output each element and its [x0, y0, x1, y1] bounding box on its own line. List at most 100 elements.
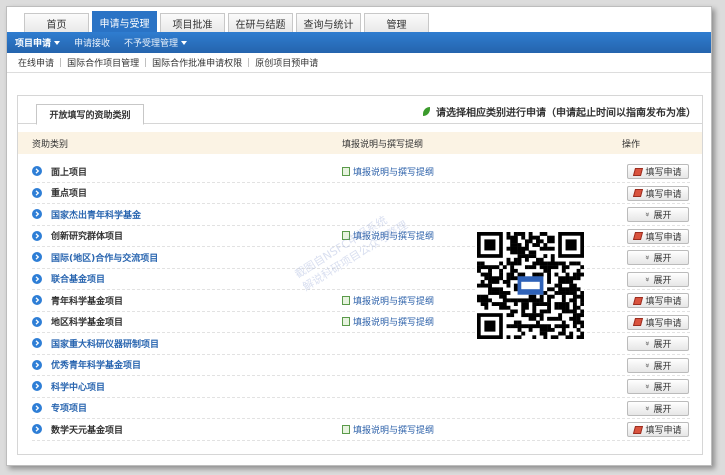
- menu-item[interactable]: 不予受理管理: [124, 36, 188, 49]
- expand-button[interactable]: » 展开: [627, 379, 689, 394]
- button-label: 展开: [653, 340, 672, 350]
- category-name[interactable]: 国际(地区)合作与交流项目: [51, 251, 158, 264]
- main-menu-bar: 项目申请 申请接收 不予受理管理: [7, 32, 711, 53]
- category-name[interactable]: 优秀青年科学基金项目: [51, 358, 141, 371]
- chevron-down-icon: »: [642, 212, 652, 217]
- panel-tab-open-categories[interactable]: 开放填写的资助类别: [36, 104, 144, 125]
- caret-down-icon: [181, 40, 188, 45]
- arrow-circle-icon: [32, 338, 42, 348]
- submenu-link[interactable]: 国际合作批准申请权限: [152, 56, 242, 69]
- submenu-link[interactable]: 在线申请: [18, 56, 54, 69]
- category-row: 优秀青年科学基金项目 » 展开: [32, 355, 690, 376]
- top-tab[interactable]: 管理: [364, 13, 429, 32]
- expand-button[interactable]: » 展开: [627, 357, 689, 373]
- arrow-circle-icon: [32, 230, 42, 241]
- guide-link[interactable]: 填报说明与撰写提纲: [342, 229, 434, 242]
- guide-link-label: 填报说明与撰写提纲: [353, 296, 435, 307]
- fill-application-button[interactable]: 填写申请: [627, 164, 689, 179]
- top-tab[interactable]: 查询与统计: [296, 13, 361, 32]
- top-tab[interactable]: 项目批准: [160, 13, 225, 32]
- menu-item-label: 项目申请: [15, 39, 52, 49]
- category-name: 地区科学基金项目: [51, 318, 124, 329]
- sub-menu-bar: 在线申请 | 国际合作项目管理 | 国际合作批准申请权限 | 原创项目预申请: [7, 53, 711, 73]
- arrow-circle-icon: [32, 402, 42, 413]
- qr-code: [477, 232, 584, 339]
- button-label: 填写申请: [645, 189, 682, 200]
- caret-down-icon: [54, 40, 61, 45]
- category-name: 创新研究群体项目: [51, 232, 124, 243]
- arrow-circle-icon: [32, 187, 42, 198]
- leaf-icon: [423, 107, 430, 116]
- category-name: 数学天元基金项目: [51, 425, 124, 436]
- fill-application-button[interactable]: 填写申请: [627, 228, 689, 244]
- category-row: 国家杰出青年科学基金 » 展开: [32, 204, 690, 226]
- edit-icon: [633, 296, 644, 305]
- button-label: 展开: [653, 404, 672, 415]
- fill-application-button[interactable]: 填写申请: [627, 293, 689, 308]
- category-row: 数学天元基金项目 填报说明与撰写提纲 填写申请: [32, 419, 690, 441]
- menu-item[interactable]: 申请接收: [74, 36, 110, 49]
- qr-pattern: [477, 232, 584, 339]
- submenu-link[interactable]: 原创项目预申请: [255, 56, 318, 69]
- button-label: 填写申请: [645, 318, 682, 329]
- category-name: 青年科学基金项目: [51, 296, 124, 307]
- guide-link[interactable]: 填报说明与撰写提纲: [342, 315, 434, 328]
- fill-application-button[interactable]: 填写申请: [627, 314, 689, 330]
- guide-link[interactable]: 填报说明与撰写提纲: [342, 423, 434, 436]
- category-name: 面上项目: [51, 167, 88, 178]
- arrow-circle-icon: [32, 359, 42, 370]
- guide-link-label: 填报说明与撰写提纲: [353, 425, 435, 436]
- edit-icon: [633, 189, 644, 197]
- guide-link[interactable]: 填报说明与撰写提纲: [342, 165, 434, 178]
- chevron-down-icon: »: [642, 276, 652, 282]
- category-name: 重点项目: [51, 189, 88, 200]
- category-row: 国家重大科研仪器研制项目 » 展开: [32, 333, 690, 355]
- fill-application-button[interactable]: 填写申请: [627, 422, 689, 437]
- category-name[interactable]: 专项项目: [51, 401, 87, 414]
- category-row: 专项项目 » 展开: [32, 398, 690, 419]
- notice-text: 请选择相应类别进行申请（申请起止时间以指南发布为准）: [423, 104, 696, 119]
- button-label: 填写申请: [645, 426, 682, 436]
- edit-icon: [633, 167, 644, 176]
- category-name[interactable]: 国家重大科研仪器研制项目: [51, 337, 159, 350]
- column-header-category: 资助类别: [32, 139, 69, 150]
- category-name[interactable]: 科学中心项目: [51, 380, 105, 393]
- button-label: 展开: [653, 254, 672, 264]
- expand-button[interactable]: » 展开: [627, 336, 689, 351]
- button-label: 填写申请: [645, 168, 682, 178]
- expand-button[interactable]: » 展开: [627, 400, 689, 416]
- document-icon: [342, 317, 350, 327]
- category-row: 青年科学基金项目 填报说明与撰写提纲 填写申请: [32, 290, 690, 312]
- top-tab[interactable]: 首页: [24, 13, 89, 32]
- notice-label: 请选择相应类别进行申请（申请起止时间以指南发布为准）: [436, 108, 696, 119]
- category-name[interactable]: 国家杰出青年科学基金: [51, 208, 141, 221]
- button-label: 展开: [653, 361, 672, 372]
- category-row: 国际(地区)合作与交流项目 » 展开: [32, 247, 690, 269]
- menu-item[interactable]: 项目申请: [15, 36, 61, 49]
- category-row: 联合基金项目 » 展开: [32, 269, 690, 290]
- guide-link[interactable]: 填报说明与撰写提纲: [342, 294, 434, 307]
- guide-link-label: 填报说明与撰写提纲: [353, 318, 435, 329]
- guide-link-label: 填报说明与撰写提纲: [353, 232, 435, 243]
- category-row: 创新研究群体项目 填报说明与撰写提纲 填写申请: [32, 226, 690, 247]
- category-name[interactable]: 联合基金项目: [51, 272, 105, 285]
- top-tab-bar: 首页 申请与受理 项目批准 在研与结题 查询与统计 管理: [7, 7, 711, 32]
- chevron-down-icon: »: [642, 405, 652, 411]
- arrow-circle-icon: [32, 424, 42, 434]
- arrow-circle-icon: [32, 381, 42, 391]
- button-label: 填写申请: [645, 297, 682, 307]
- fill-application-button[interactable]: 填写申请: [627, 185, 689, 201]
- separator: |: [247, 57, 251, 68]
- expand-button[interactable]: » 展开: [627, 271, 689, 287]
- button-label: 填写申请: [645, 232, 682, 243]
- top-tab[interactable]: 在研与结题: [228, 13, 293, 32]
- category-row: 地区科学基金项目 填报说明与撰写提纲 填写申请: [32, 312, 690, 333]
- submenu-link[interactable]: 国际合作项目管理: [67, 56, 139, 69]
- arrow-circle-icon: [32, 316, 42, 327]
- expand-button[interactable]: » 展开: [627, 207, 689, 222]
- top-tab[interactable]: 申请与受理: [92, 11, 157, 32]
- expand-button[interactable]: » 展开: [627, 250, 689, 265]
- document-icon: [342, 424, 350, 434]
- guide-link-label: 填报说明与撰写提纲: [353, 167, 435, 178]
- arrow-circle-icon: [32, 166, 42, 176]
